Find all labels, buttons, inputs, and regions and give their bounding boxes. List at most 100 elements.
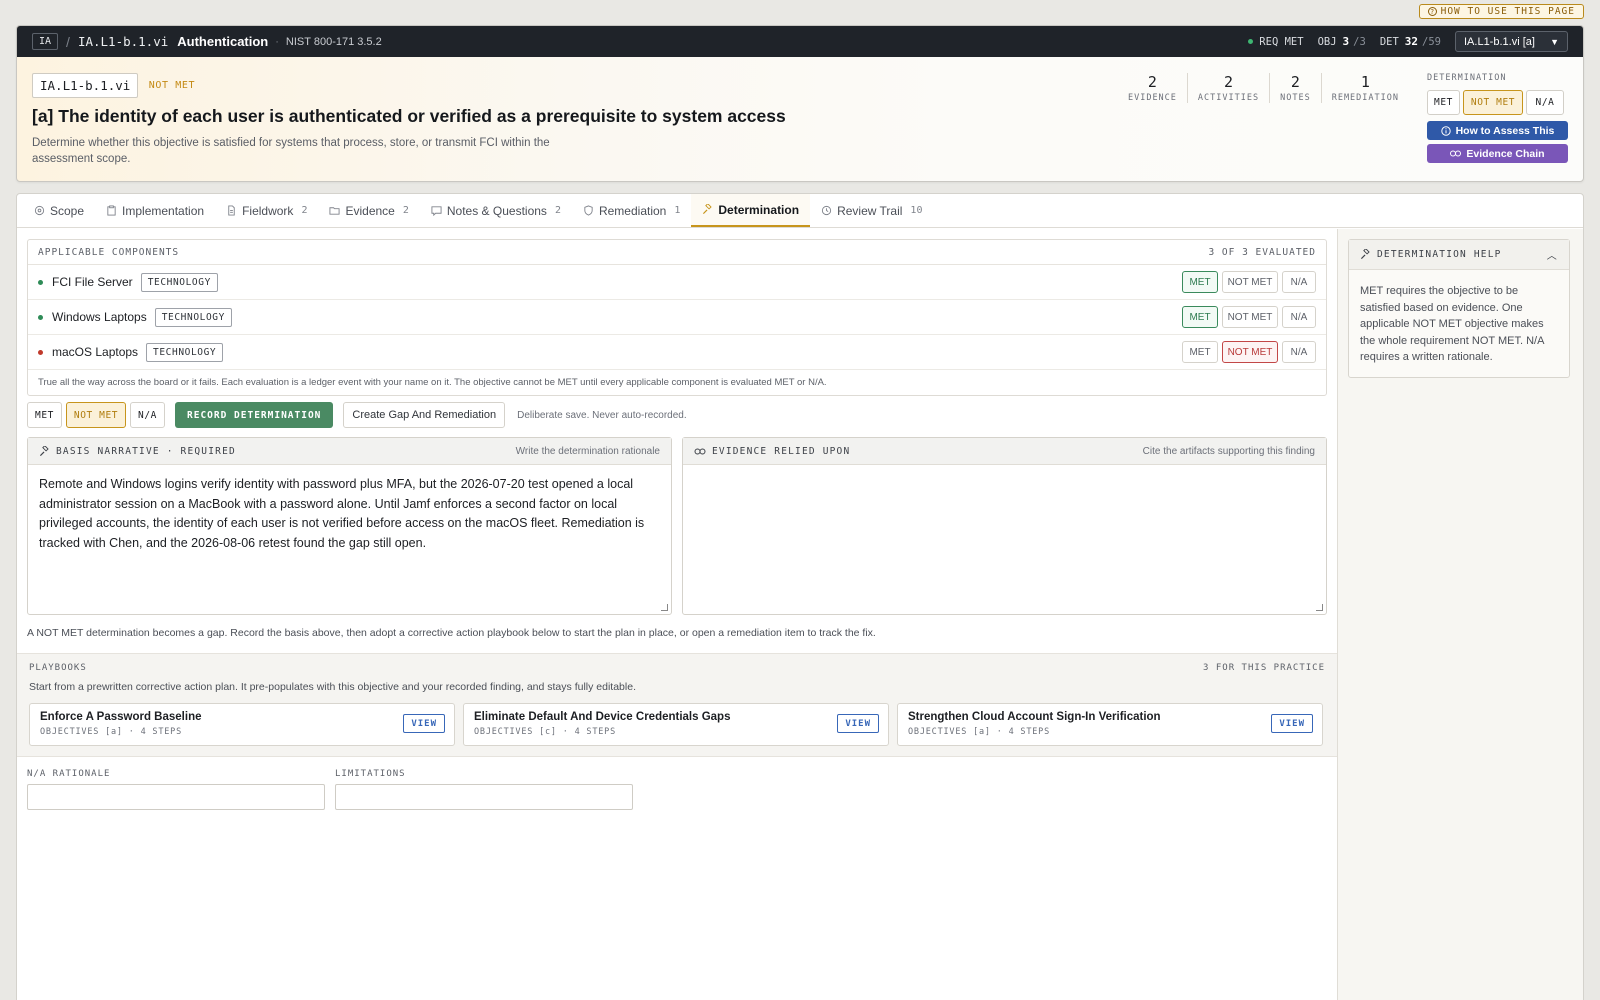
component-met-button[interactable]: MET	[1182, 341, 1218, 363]
tab-label: Implementation	[122, 203, 205, 218]
metric-label: REMEDIATION	[1331, 93, 1399, 103]
tab-count: 2	[301, 205, 308, 216]
playbook-card[interactable]: Eliminate Default And Device Credentials…	[463, 703, 889, 746]
narrative-heading: BASIS NARRATIVE · REQUIRED	[56, 445, 236, 457]
narrative-text[interactable]: Remote and Windows logins verify identit…	[28, 465, 671, 563]
evidence-relied-upon-field[interactable]: EVIDENCE RELIED UPON Cite the artifacts …	[682, 437, 1327, 615]
resize-handle-icon[interactable]	[1316, 604, 1323, 611]
limitations-group: LIMITATIONS	[335, 769, 633, 810]
na-button[interactable]: N/A	[130, 402, 165, 428]
component-name: Windows Laptops	[52, 310, 147, 324]
playbooks-description: Start from a prewritten corrective actio…	[29, 681, 636, 693]
metric-value: 2	[1290, 73, 1300, 91]
evidence-chain-button[interactable]: Evidence Chain	[1427, 144, 1568, 163]
link-icon	[1450, 150, 1462, 157]
tab-evidence[interactable]: Evidence 2	[318, 194, 419, 227]
playbook-card[interactable]: Strengthen Cloud Account Sign-In Verific…	[897, 703, 1323, 746]
nist-reference: NIST 800-171 3.5.2	[285, 35, 382, 48]
separator-dot: ·	[275, 35, 279, 48]
how-to-use-link[interactable]: ? HOW TO USE THIS PAGE	[1418, 4, 1584, 19]
tab-implementation[interactable]: Implementation	[95, 194, 215, 227]
component-met-button[interactable]: MET	[1182, 271, 1218, 293]
component-na-button[interactable]: N/A	[1282, 271, 1316, 293]
objective-selector[interactable]: IA.L1-b.1.vi [a] ▼	[1455, 31, 1568, 52]
component-row: FCI File Server TECHNOLOGY MET NOT MET N…	[28, 265, 1326, 300]
view-playbook-button[interactable]: VIEW	[1271, 714, 1313, 733]
objective-count: OBJ 3/3	[1318, 35, 1366, 48]
det-label: DET	[1379, 35, 1399, 48]
determination-panel: DETERMINATION MET NOT MET N/A How to Ass…	[1427, 73, 1568, 163]
playbook-title: Eliminate Default And Device Credentials…	[474, 711, 731, 723]
how-to-assess-button[interactable]: How to Assess This	[1427, 121, 1568, 140]
metric-activities[interactable]: 2 ACTIVITIES	[1186, 73, 1269, 103]
metric-evidence[interactable]: 2 EVIDENCE	[1118, 73, 1187, 103]
obj-label: OBJ	[1317, 35, 1337, 48]
chevron-up-icon[interactable]: ︿	[1547, 247, 1558, 262]
tab-review-trail[interactable]: Review Trail 10	[810, 194, 933, 227]
tab-determination[interactable]: Determination	[691, 194, 811, 227]
record-determination-button[interactable]: RECORD DETERMINATION	[175, 402, 334, 428]
tab-notes-questions[interactable]: Notes & Questions 2	[420, 194, 572, 227]
components-header: APPLICABLE COMPONENTS 3 OF 3 EVALUATED	[28, 240, 1326, 265]
components-heading: APPLICABLE COMPONENTS	[38, 246, 180, 258]
metrics-strip: 2 EVIDENCE 2 ACTIVITIES 2 NOTES 1 REMEDI…	[1118, 73, 1409, 103]
component-na-button[interactable]: N/A	[1282, 341, 1316, 363]
limitations-input[interactable]	[335, 784, 633, 810]
objective-header: IA.L1-b.1.vi NOT MET [a] The identity of…	[17, 57, 1583, 181]
determination-met-button[interactable]: MET	[1427, 90, 1460, 115]
obj-total: /3	[1353, 35, 1366, 48]
scope-icon	[34, 205, 45, 216]
save-hint: Deliberate save. Never auto-recorded.	[517, 409, 687, 421]
limitations-label: LIMITATIONS	[335, 769, 406, 779]
component-evaluation-toggle: MET NOT MET N/A	[1182, 271, 1316, 293]
view-playbook-button[interactable]: VIEW	[403, 714, 445, 733]
component-met-button[interactable]: MET	[1182, 306, 1218, 328]
tab-remediation[interactable]: Remediation 1	[572, 194, 691, 227]
det-total: /59	[1422, 35, 1441, 48]
tab-bar: Scope Implementation Fieldwork 2 Evidenc…	[17, 194, 1583, 228]
playbook-title: Strengthen Cloud Account Sign-In Verific…	[908, 711, 1161, 723]
help-heading: DETERMINATION HELP	[1377, 249, 1502, 260]
component-not-met-button[interactable]: NOT MET	[1222, 271, 1278, 293]
view-playbook-button[interactable]: VIEW	[837, 714, 879, 733]
tab-fieldwork[interactable]: Fieldwork 2	[215, 194, 318, 227]
gap-note: A NOT MET determination becomes a gap. R…	[27, 627, 876, 639]
not-met-button[interactable]: NOT MET	[66, 402, 126, 428]
top-bar: IA / IA.L1-b.1.vi Authentication · NIST …	[17, 26, 1583, 57]
determination-not-met-button[interactable]: NOT MET	[1463, 90, 1523, 115]
basis-narrative-field[interactable]: BASIS NARRATIVE · REQUIRED Write the det…	[27, 437, 672, 615]
component-not-met-button[interactable]: NOT MET	[1222, 341, 1278, 363]
playbook-card[interactable]: Enforce A Password Baseline OBJECTIVES […	[29, 703, 455, 746]
component-type-tag: TECHNOLOGY	[154, 307, 232, 327]
met-button[interactable]: MET	[27, 402, 62, 428]
info-circle-icon	[1440, 125, 1451, 136]
determination-na-button[interactable]: N/A	[1526, 90, 1564, 115]
req-met-label: REQ MET	[1259, 35, 1304, 48]
tab-label: Remediation	[598, 203, 667, 218]
metric-remediation[interactable]: 1 REMEDIATION	[1320, 73, 1409, 103]
create-gap-button[interactable]: Create Gap And Remediation	[343, 402, 506, 428]
question-icon: ?	[1427, 7, 1437, 16]
tab-label: Notes & Questions	[446, 203, 547, 218]
tab-scope[interactable]: Scope	[23, 194, 95, 227]
help-header[interactable]: DETERMINATION HELP ︿	[1349, 240, 1569, 270]
resize-handle-icon[interactable]	[661, 604, 668, 611]
metric-notes[interactable]: 2 NOTES	[1269, 73, 1321, 103]
na-rationale-input[interactable]	[27, 784, 325, 810]
playbook-meta: OBJECTIVES [a] · 4 STEPS	[40, 727, 183, 737]
determination-actions: MET NOT MET N/A RECORD DETERMINATION Cre…	[27, 402, 687, 428]
components-note: True all the way across the board or it …	[38, 377, 827, 388]
component-na-button[interactable]: N/A	[1282, 306, 1316, 328]
family-badge[interactable]: IA	[32, 33, 59, 50]
how-to-use-label: HOW TO USE THIS PAGE	[1440, 6, 1575, 17]
tab-label: Scope	[50, 203, 85, 218]
playbook-list: Enforce A Password Baseline OBJECTIVES […	[29, 703, 1323, 746]
playbooks-header: PLAYBOOKS 3 FOR THIS PRACTICE	[17, 654, 1337, 673]
link-icon	[694, 448, 706, 454]
component-not-met-button[interactable]: NOT MET	[1222, 306, 1278, 328]
status-dot-icon	[38, 314, 43, 320]
comment-icon	[431, 206, 442, 216]
clipboard-icon	[107, 205, 116, 216]
shield-icon	[584, 205, 593, 216]
component-row: Windows Laptops TECHNOLOGY MET NOT MET N…	[28, 300, 1326, 335]
